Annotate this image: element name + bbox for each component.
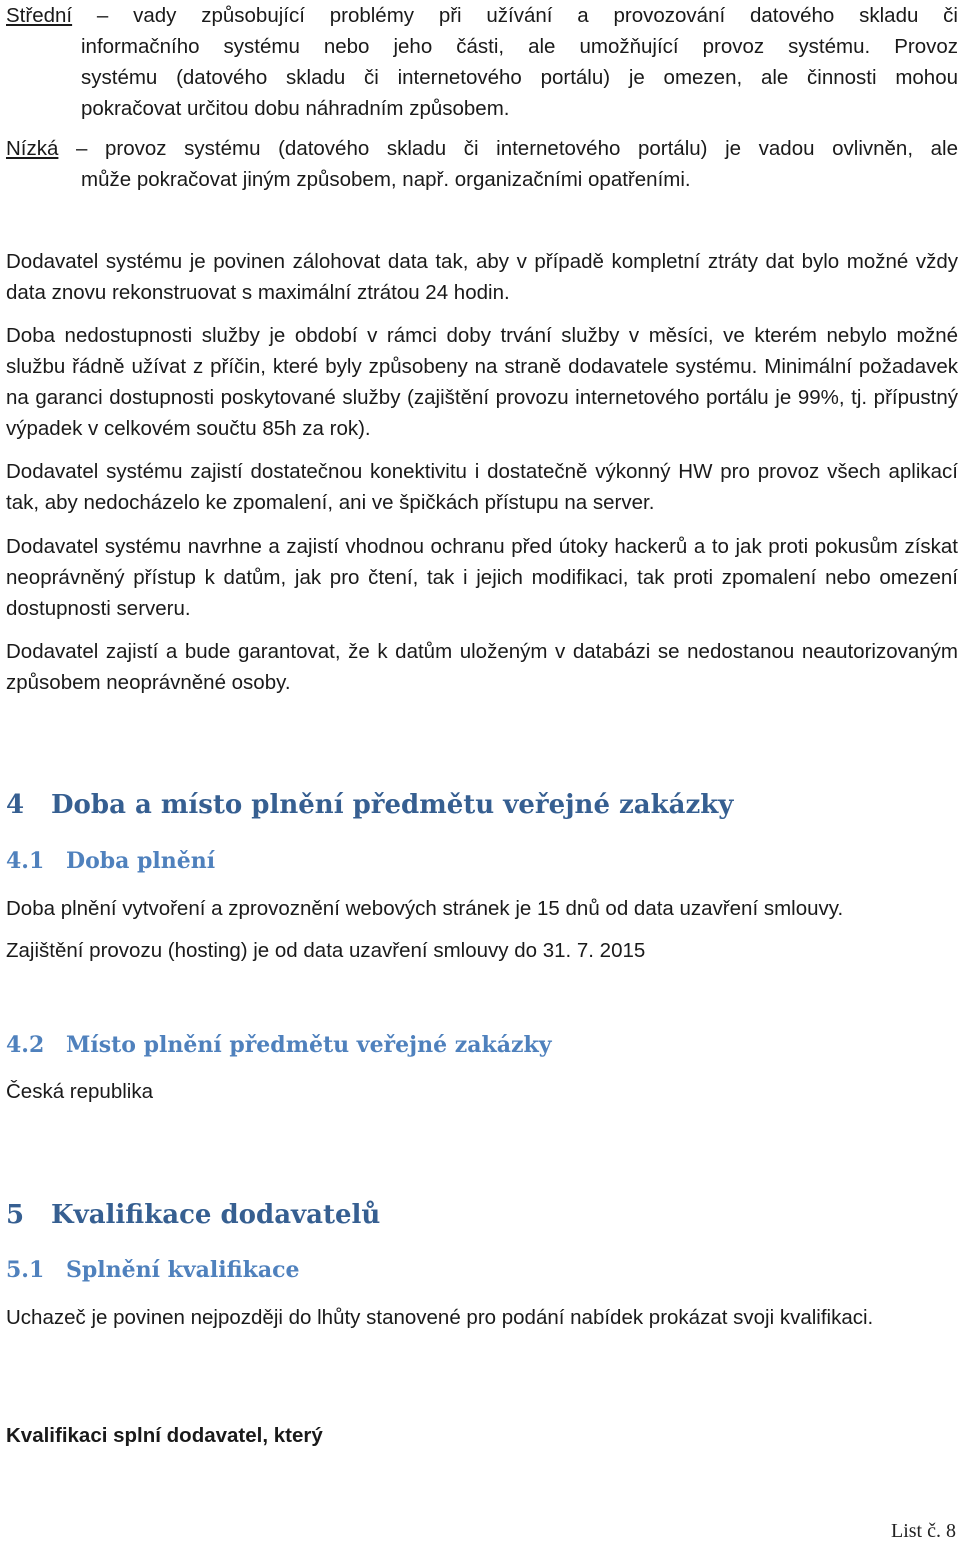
subsection-title: Splnění kvalifikace: [66, 1257, 300, 1283]
paragraph-connectivity: Dodavatel systému zajistí dostatečnou ko…: [6, 460, 958, 514]
definition-nizka: Nízká – provoz systému (datového skladu …: [6, 133, 958, 195]
section-number: 5: [6, 1200, 25, 1230]
definition-stredni: Střední – vady způsobující problémy při …: [6, 0, 958, 124]
subsection-number: 5.1: [6, 1257, 45, 1283]
paragraph-backup: Dodavatel systému je povinen zálohovat d…: [6, 250, 958, 304]
paragraph-qualification-bold: Kvalifikaci splní dodavatel, který: [6, 1424, 323, 1447]
section-title: Doba a místo plnění předmětu veřejné zak…: [51, 790, 734, 820]
definition-term: Střední: [6, 4, 73, 27]
paragraph-qualification: Uchazeč je povinen nejpozději do lhůty s…: [6, 1306, 874, 1329]
paragraph-place: Česká republika: [6, 1080, 153, 1103]
section-heading-4: 4 Doba a místo plnění předmětu veřejné za…: [6, 790, 733, 820]
subsection-number: 4.2: [6, 1032, 45, 1058]
section-number: 4: [6, 790, 25, 820]
definition-text: může pokračovat jiným způsobem, např. or…: [81, 168, 691, 191]
page-number: List č. 8: [891, 1520, 956, 1542]
paragraph-hosting: Zajištění provozu (hosting) je od data u…: [6, 939, 646, 962]
subsection-heading-4-2: 4.2 Místo plnění předmětu veřejné zakázky: [6, 1032, 552, 1058]
definition-text: systému (datového skladu či internetovéh…: [81, 66, 958, 89]
subsection-title: Místo plnění předmětu veřejné zakázky: [66, 1032, 552, 1058]
definition-text: informačního systému nebo jeho části, al…: [81, 35, 958, 58]
definition-text: pokračovat určitou dobu náhradním způsob…: [81, 97, 510, 120]
paragraph-data-protection: Dodavatel zajistí a bude garantovat, že …: [6, 640, 958, 694]
section-heading-5: 5 Kvalifikace dodavatelů: [6, 1200, 380, 1230]
paragraph-unavailability: Doba nedostupnosti služby je období v rá…: [6, 324, 958, 440]
subsection-heading-4-1: 4.1 Doba plnění: [6, 848, 215, 874]
subsection-title: Doba plnění: [66, 848, 216, 874]
section-title: Kvalifikace dodavatelů: [51, 1200, 381, 1230]
paragraph-completion-time: Doba plnění vytvoření a zprovoznění webo…: [6, 897, 844, 920]
paragraph-security: Dodavatel systému navrhne a zajistí vhod…: [6, 535, 958, 620]
subsection-heading-5-1: 5.1 Splnění kvalifikace: [6, 1257, 300, 1283]
definition-text: – provoz systému (datového skladu či int…: [58, 137, 958, 160]
definition-text: – vady způsobující problémy při užívání …: [72, 4, 958, 27]
subsection-number: 4.1: [6, 848, 45, 874]
definition-term: Nízká: [6, 137, 59, 160]
